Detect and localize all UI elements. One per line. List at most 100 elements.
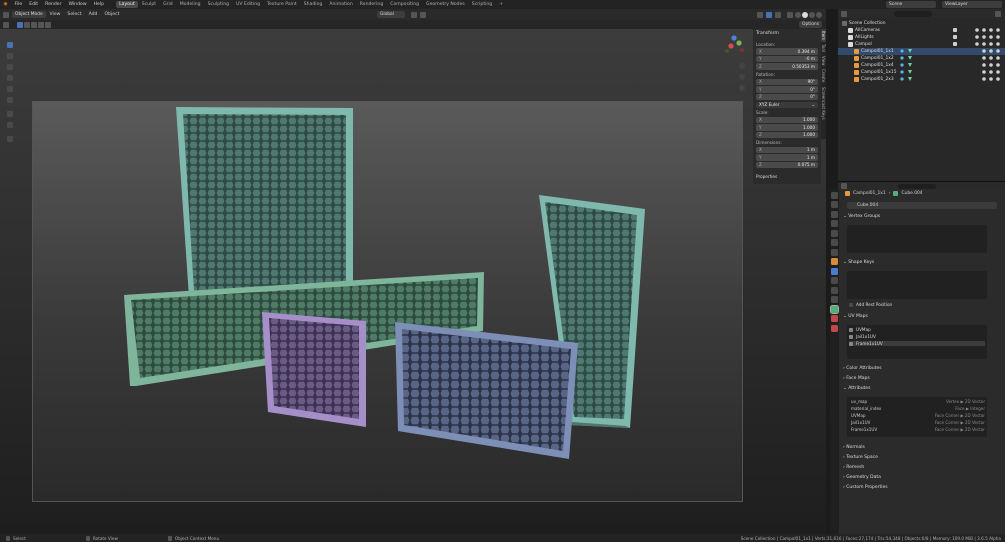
world-tab-icon[interactable] <box>831 239 838 246</box>
snap-icon[interactable] <box>410 11 417 18</box>
tab-sculpting[interactable]: Sculpting <box>204 1 232 8</box>
location-z-field[interactable]: Z 0.50353 m <box>756 63 818 70</box>
mesh-panel-purple[interactable] <box>262 312 366 427</box>
tab-grid[interactable]: Grid <box>160 1 177 8</box>
rotation-y-field[interactable]: Y 0° <box>756 86 818 93</box>
3d-viewport[interactable] <box>0 29 826 534</box>
zoom-icon[interactable] <box>739 63 745 69</box>
select-extend-icon[interactable] <box>24 21 30 28</box>
tab-compositing[interactable]: Compositing <box>387 1 423 8</box>
add-workspace-button[interactable]: + <box>496 1 507 8</box>
material-tab-icon[interactable] <box>831 315 838 322</box>
view-layer-selector[interactable]: ViewLayer <box>942 1 1002 8</box>
location-x-field[interactable]: X 0.394 m <box>756 48 818 55</box>
uv-map-item-selected[interactable]: Frame1x1UV <box>849 341 985 346</box>
rotation-mode-select[interactable]: XYZ Euler ⌄ <box>756 101 818 108</box>
editor-type-icon[interactable] <box>3 11 9 18</box>
tab-uv-editing[interactable]: UV Editing <box>233 1 264 8</box>
location-y-field[interactable]: Y -0 m <box>756 55 818 62</box>
physics-tab-icon[interactable] <box>831 286 838 294</box>
menu-edit[interactable]: Edit <box>26 2 42 7</box>
eye-icon[interactable] <box>953 27 1001 83</box>
annotate-tool-icon[interactable] <box>7 111 13 117</box>
tab-scripting[interactable]: Scripting <box>468 1 495 8</box>
shape-keys-list[interactable] <box>847 271 987 299</box>
scale-z-field[interactable]: Z 1.000 <box>756 131 818 138</box>
mode-selector[interactable]: Object Mode <box>12 11 46 18</box>
gizmo-icon[interactable] <box>766 11 772 18</box>
outliner-search-input[interactable] <box>894 10 932 17</box>
mesh-panel-blue[interactable] <box>395 322 578 459</box>
visibility-icon[interactable] <box>757 11 763 18</box>
scale-x-field[interactable]: X 1.000 <box>756 116 818 123</box>
select-box-icon[interactable] <box>3 21 9 28</box>
render-tab-icon[interactable] <box>831 201 838 208</box>
select-new-icon[interactable] <box>17 21 23 28</box>
outliner-editor-icon[interactable] <box>841 10 847 17</box>
add-cube-tool-icon[interactable] <box>7 136 13 142</box>
xray-icon[interactable] <box>787 11 793 18</box>
camera-view-icon[interactable] <box>739 85 745 91</box>
add-rest-position-checkbox[interactable]: Add Rest Position <box>849 302 892 307</box>
tab-geometry-nodes[interactable]: Geometry Nodes <box>423 1 469 8</box>
section-normals[interactable]: › Normals <box>843 444 1001 451</box>
section-attributes[interactable]: ⌄ Attributes <box>843 385 1001 392</box>
data-tab-icon[interactable] <box>830 304 839 314</box>
section-texture-space[interactable]: › Texture Space <box>843 454 1001 461</box>
proportional-icon[interactable] <box>419 11 426 18</box>
breadcrumb-object[interactable]: Campol01_1x1 <box>853 191 886 196</box>
tab-animation[interactable]: Animation <box>326 1 356 8</box>
vertex-groups-list[interactable] <box>847 225 987 253</box>
shading-material-icon[interactable] <box>809 11 815 18</box>
transform-header[interactable]: Transform <box>756 31 779 36</box>
tab-sculpt[interactable]: Sculpt <box>138 1 159 8</box>
tool-tab-icon[interactable] <box>831 191 838 199</box>
shading-render-icon[interactable] <box>816 11 822 18</box>
select-tool-icon[interactable] <box>7 42 13 48</box>
section-vertex-groups[interactable]: ⌄ Vertex Groups <box>843 213 1001 220</box>
section-custom-properties[interactable]: › Custom Properties <box>843 484 1001 491</box>
attribute-row[interactable]: Frame1x1UV Face Corner ▶ 2D Vector <box>847 427 985 432</box>
transform-tool-icon[interactable] <box>7 97 13 103</box>
modifier-tab-icon[interactable] <box>831 267 838 275</box>
attribute-row[interactable]: material_index Face ▶ Integer <box>847 406 985 411</box>
attribute-row[interactable]: Jail1x1UV Face Corner ▶ 2D Vector <box>847 420 985 425</box>
properties-header[interactable]: Properties <box>756 174 777 179</box>
output-tab-icon[interactable] <box>831 210 838 218</box>
select-invert-icon[interactable] <box>38 21 44 28</box>
cursor-tool-icon[interactable] <box>7 53 13 59</box>
collection-tab-icon[interactable] <box>831 248 838 256</box>
texture-tab-icon[interactable] <box>831 324 838 332</box>
blender-logo-icon[interactable]: ◉ <box>0 2 11 7</box>
dimensions-x-field[interactable]: X 1 m <box>756 146 818 153</box>
rotation-x-field[interactable]: X 90° <box>756 78 818 85</box>
outliner-row[interactable]: Scene Collection <box>838 20 1005 27</box>
menu-window[interactable]: Window <box>65 2 90 7</box>
overlay-icon[interactable] <box>775 11 781 18</box>
scene-selector[interactable]: Scene <box>886 1 936 8</box>
section-geometry-data[interactable]: › Geometry Data <box>843 474 1001 481</box>
move-tool-icon[interactable] <box>7 64 13 70</box>
tab-rendering[interactable]: Rendering <box>356 1 386 8</box>
breadcrumb-mesh[interactable]: Cube.004 <box>901 191 922 196</box>
menu-file[interactable]: File <box>11 2 26 7</box>
menu-add[interactable]: Add <box>85 12 101 17</box>
filter-icon[interactable] <box>995 10 1001 17</box>
view-layer-tab-icon[interactable] <box>831 220 838 227</box>
section-face-maps[interactable]: › Face Maps <box>843 375 1001 382</box>
section-color-attributes[interactable]: › Color Attributes <box>843 365 1001 372</box>
rotate-tool-icon[interactable] <box>7 75 13 81</box>
tab-texture-paint[interactable]: Texture Paint <box>264 1 301 8</box>
uv-map-item[interactable]: Jail1x1UV <box>849 334 876 339</box>
select-intersect-icon[interactable] <box>45 21 51 28</box>
object-tab-icon[interactable] <box>831 258 838 265</box>
scale-tool-icon[interactable] <box>7 86 13 92</box>
shading-solid-icon[interactable] <box>802 11 808 18</box>
tab-shading[interactable]: Shading <box>300 1 326 8</box>
particles-tab-icon[interactable] <box>831 277 838 284</box>
navigation-gizmo[interactable] <box>725 35 744 53</box>
section-shape-keys[interactable]: ⌄ Shape Keys <box>843 259 1001 266</box>
section-remesh[interactable]: › Remesh <box>843 464 1001 471</box>
rotation-z-field[interactable]: Z 0° <box>756 93 818 100</box>
scale-y-field[interactable]: Y 1.000 <box>756 124 818 131</box>
